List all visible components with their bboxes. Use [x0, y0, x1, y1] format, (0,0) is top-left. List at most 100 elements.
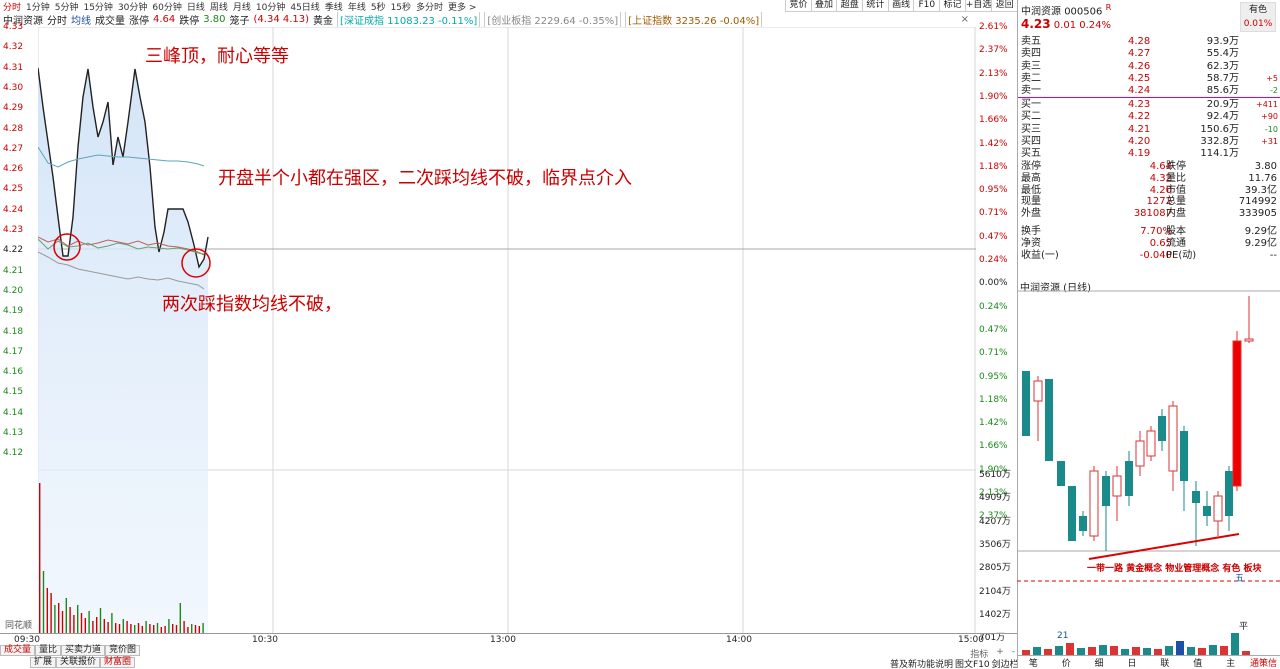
bottom-bar: 09:30 10:30 13:00 14:00 15:00 成交量 量比 买卖力…	[0, 633, 1017, 668]
tab-buy-sell-power[interactable]: 买卖力道	[61, 645, 106, 656]
tab-related-quote[interactable]: 关联报价	[56, 657, 101, 668]
toolbar-button[interactable]: +自选	[964, 0, 991, 11]
sidebar-link[interactable]: 剑边栏	[992, 657, 1017, 668]
stat-row: 现量 1272 总量 714992	[1018, 196, 1280, 208]
price-tick: 4.18	[3, 326, 24, 337]
annotation-index: 两次踩指数均线不破，	[162, 294, 342, 315]
index-chinext[interactable]: [创业板指 2229.64 -0.35%]	[484, 12, 622, 27]
bid-row[interactable]: 买五 4.19 114.1万	[1018, 148, 1280, 160]
volume-bar	[65, 598, 67, 633]
sector-pct: 0.01%	[1243, 19, 1273, 29]
volume-bar	[179, 603, 181, 633]
period-tab[interactable]: 1分钟	[26, 0, 50, 13]
mode-label[interactable]: 分时	[47, 12, 67, 27]
volume-bar	[80, 613, 83, 633]
bid-row[interactable]: 买二 4.22 92.4万 +90	[1018, 111, 1280, 123]
toolbar-button[interactable]: 统计	[862, 0, 888, 11]
kline-volume-bar	[1066, 643, 1074, 655]
stat-row: 涨停 4.64 跌停 3.80	[1018, 161, 1280, 173]
stat-cell: 市值	[1166, 184, 1186, 196]
period-tab[interactable]: 10分钟	[256, 0, 285, 13]
period-tab[interactable]: 45日线	[290, 0, 319, 13]
price-tick: 4.21	[3, 265, 24, 276]
volume-tick: 3506万	[979, 539, 1011, 550]
tab-wealth-circle[interactable]: 财富圈	[100, 657, 136, 668]
period-tab[interactable]: 年线	[348, 0, 366, 13]
ask-row[interactable]: 卖五 4.28 93.9万	[1018, 36, 1280, 48]
candle	[1112, 475, 1122, 497]
sector-button[interactable]: 有色 0.01%	[1240, 2, 1276, 32]
stat-cell: 最低	[1021, 184, 1041, 196]
gold-label[interactable]: 黄金	[313, 12, 333, 27]
close-icon[interactable]: ×	[961, 14, 969, 25]
tab-volume-ratio[interactable]: 量比	[35, 645, 62, 656]
period-tab[interactable]: 多分时	[416, 0, 443, 13]
pct-tick: 1.18%	[979, 161, 1008, 172]
tab-auction[interactable]: 竞价图	[105, 645, 141, 656]
index-shenzhen[interactable]: [深证成指 11083.23 -0.11%]	[337, 12, 481, 27]
kline-bottom-tab[interactable]: 主	[1214, 656, 1247, 669]
volume-bar	[96, 617, 98, 633]
candle	[1146, 430, 1156, 457]
volume-tick: 5610万	[979, 470, 1011, 480]
volume-bar	[103, 619, 105, 633]
intraday-chart[interactable]	[38, 27, 976, 633]
kline-bottom-tab[interactable]: 通策信	[1247, 656, 1280, 669]
volume-bar	[122, 619, 124, 633]
period-tab[interactable]: 15秒	[391, 0, 411, 13]
volume-bar	[111, 613, 113, 633]
bid-row[interactable]: 买四 4.20 332.8万 +31	[1018, 136, 1280, 148]
period-tab[interactable]: 月线	[233, 0, 251, 13]
kline-bottom-tab[interactable]: 价	[1050, 656, 1083, 669]
bid-price: 4.19	[1128, 148, 1151, 160]
period-tab[interactable]: 5分钟	[55, 0, 79, 13]
toolbar-button[interactable]: 超盘	[836, 0, 862, 11]
kline-bottom-tab[interactable]: 笔	[1017, 656, 1050, 669]
bid-label: 买四	[1021, 135, 1041, 147]
toolbar-button[interactable]: 画线	[887, 0, 914, 11]
new-feature-link[interactable]: 普及新功能说明	[890, 657, 953, 668]
toolbar-button[interactable]: 返回	[991, 0, 1017, 11]
kline-volume-bar	[1220, 646, 1228, 655]
candle	[1225, 471, 1233, 516]
period-tab[interactable]: 5秒	[371, 0, 386, 13]
period-tab[interactable]: 15分钟	[83, 0, 112, 13]
toolbar-button[interactable]: 竞价	[785, 0, 811, 11]
volume-bar	[156, 623, 159, 633]
index-shanghai[interactable]: [上证指数 3235.26 -0.04%]	[625, 12, 763, 27]
pct-tick: 0.24%	[979, 301, 1008, 312]
bid-row[interactable]: 买三 4.21 150.6万 -10	[1018, 124, 1280, 136]
tab-extend[interactable]: 扩展	[30, 657, 57, 668]
bid-row[interactable]: 买一 4.23 20.9万 +411	[1018, 99, 1280, 111]
ask-row[interactable]: 卖四 4.27 55.4万	[1018, 48, 1280, 60]
avg-line-toggle[interactable]: 均线	[71, 12, 91, 27]
daily-kline-panel[interactable]: 中润资源 (日线) 一带一路 黄金概念 物业管理概念 有色 板块 21 五 平	[1017, 279, 1280, 655]
f10-link[interactable]: 图文F10	[955, 657, 990, 668]
period-tab[interactable]: 30分钟	[118, 0, 147, 13]
toolbar-button[interactable]: F10	[913, 0, 939, 11]
toolbar-button[interactable]: 标记	[939, 0, 965, 11]
period-tab[interactable]: 更多 >	[448, 0, 476, 13]
ask-row[interactable]: 卖三 4.26 62.3万	[1018, 61, 1280, 73]
period-tab[interactable]: 季线	[325, 0, 343, 13]
kline-bottom-tab[interactable]: 值	[1181, 656, 1214, 669]
toolbar-button[interactable]: 叠加	[810, 0, 837, 11]
limit-down-label: 跌停	[179, 16, 200, 27]
period-tab[interactable]: 周线	[210, 0, 228, 13]
period-tab[interactable]: 日线	[187, 0, 205, 13]
kline-bottom-tab[interactable]: 细	[1083, 656, 1116, 669]
ask-row[interactable]: 卖二 4.25 58.7万 +5	[1018, 73, 1280, 85]
period-tab[interactable]: 60分钟	[152, 0, 181, 13]
candle	[1192, 491, 1200, 503]
volume-tick: 4909万	[979, 493, 1011, 504]
tab-volume[interactable]: 成交量	[0, 645, 36, 656]
volume-label[interactable]: 成交量	[95, 12, 125, 27]
ask-row[interactable]: 卖一 4.24 85.6万 -2	[1018, 85, 1280, 97]
annotation-peaks: 三峰顶，耐心等等	[145, 46, 289, 67]
period-tab[interactable]: 分时	[3, 0, 21, 13]
kline-bottom-tab[interactable]: 日	[1116, 656, 1149, 669]
pct-tick: 0.24%	[979, 255, 1008, 265]
volume-bar	[92, 621, 94, 633]
kline-bottom-tab[interactable]: 联	[1149, 656, 1182, 669]
bid-volume: 92.4万	[1206, 111, 1239, 123]
